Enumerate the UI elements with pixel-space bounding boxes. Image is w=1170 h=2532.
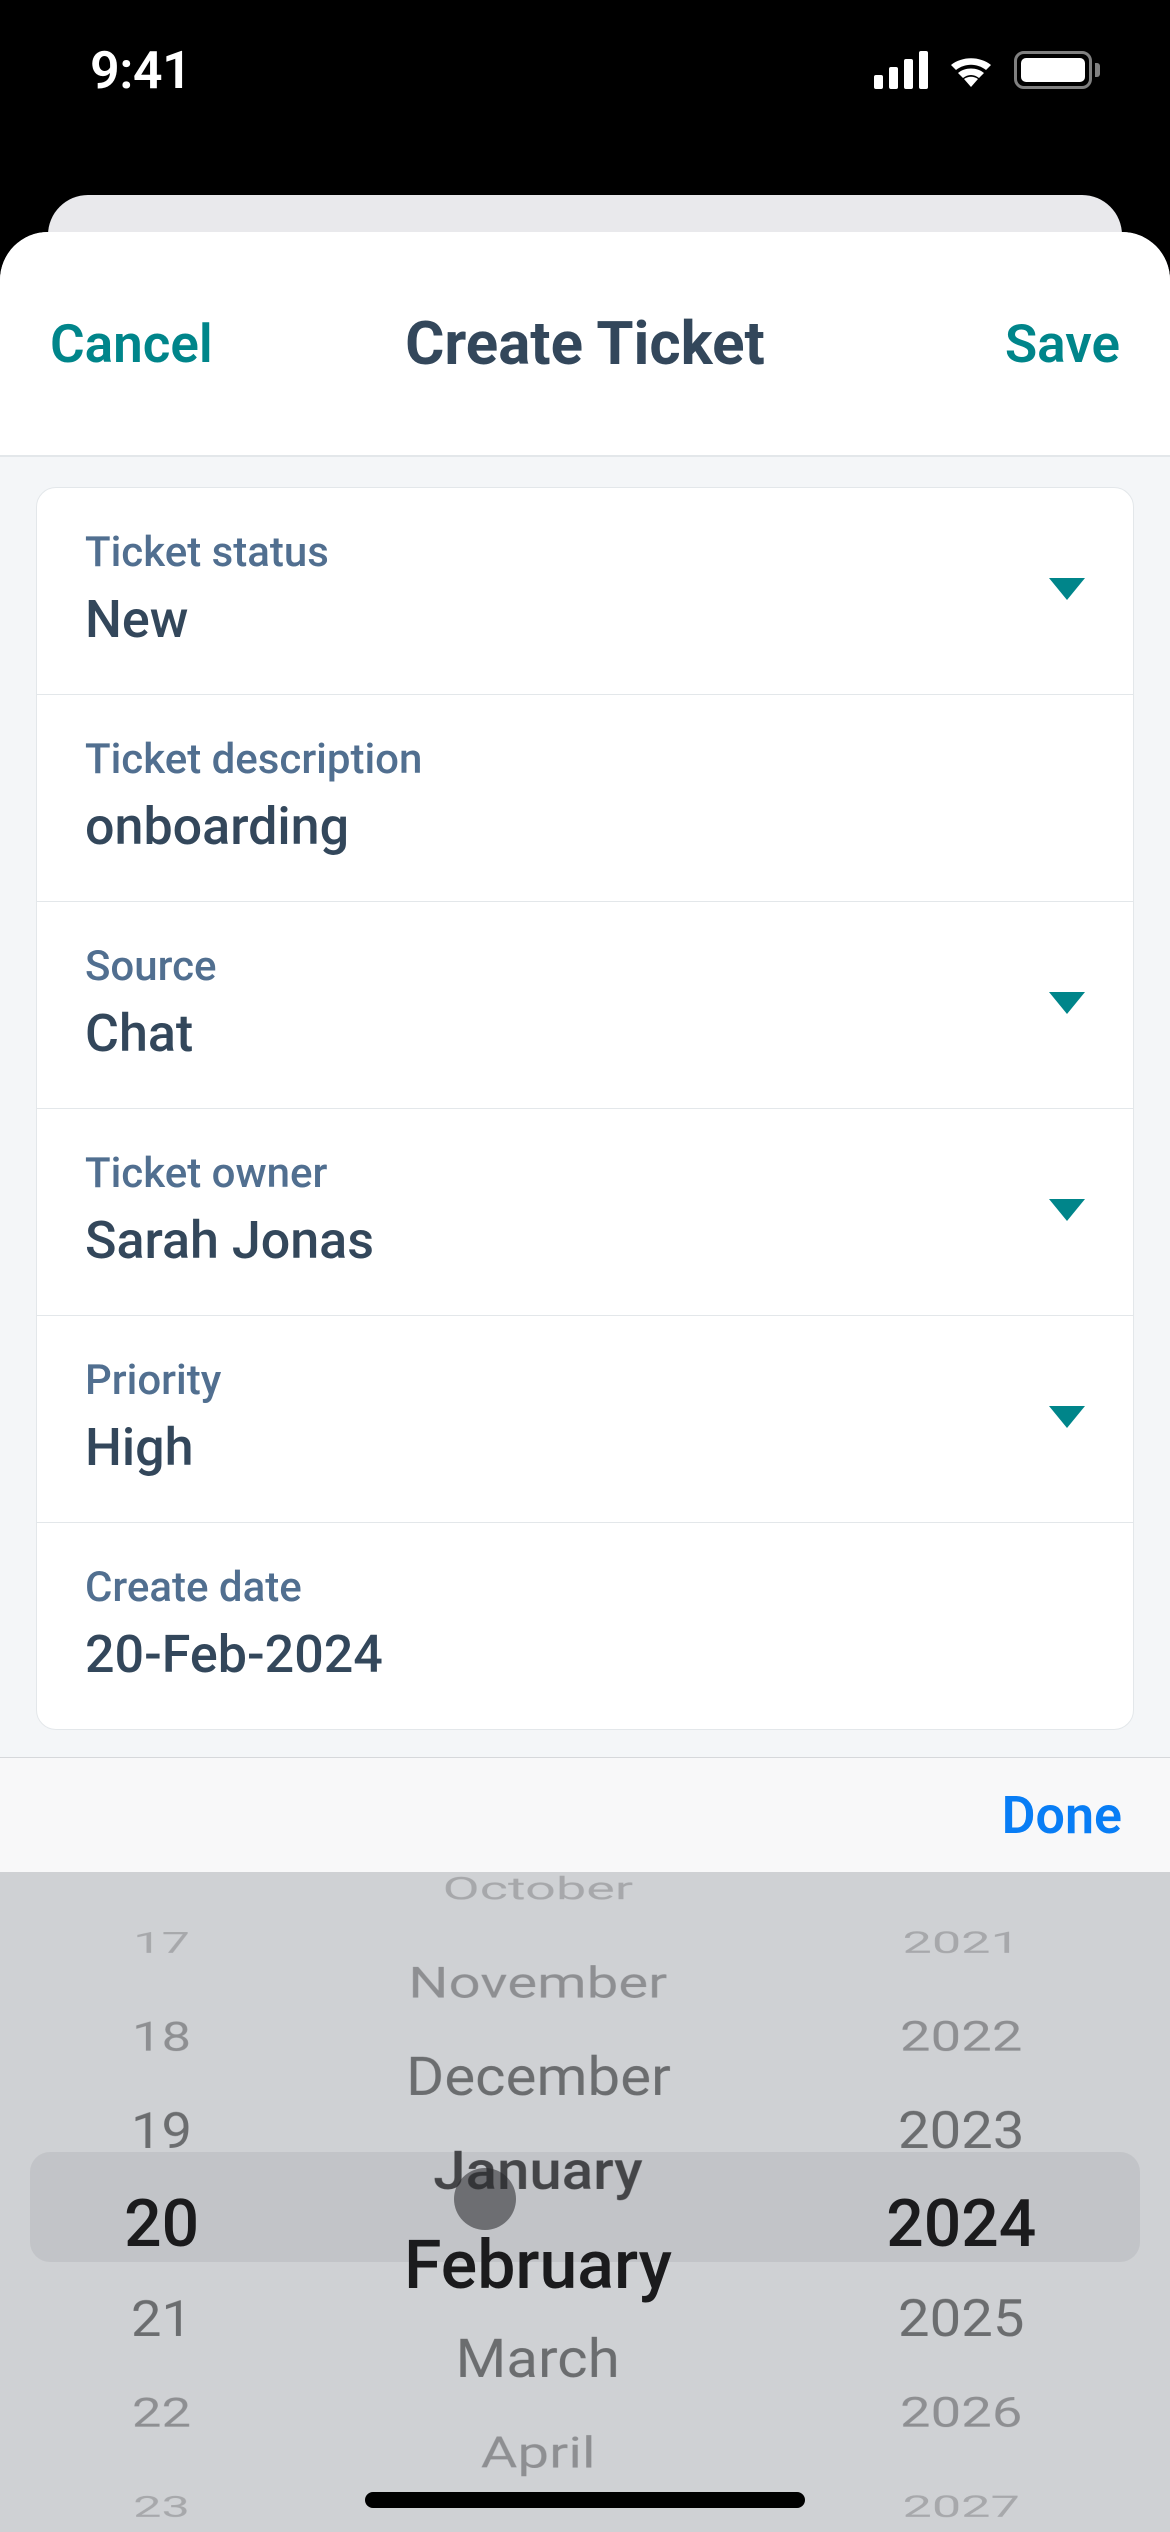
chevron-down-icon <box>1049 992 1085 1014</box>
battery-icon <box>1014 51 1100 89</box>
wheel-item: 2021 <box>903 1919 1020 1968</box>
nav-bar: Cancel Create Ticket Save <box>0 232 1170 457</box>
wheel-item: 2023 <box>898 2089 1024 2174</box>
picker-wheels: 16 17 18 19 20 21 22 23 24 October Nove <box>0 1872 1170 2532</box>
priority-field[interactable]: Priority High <box>37 1316 1133 1523</box>
wheel-item-selected: February <box>404 2218 672 2312</box>
picker-done-button[interactable]: Done <box>1002 1785 1122 1846</box>
wheel-item: April <box>480 2419 595 2487</box>
wheel-item-selected: 2024 <box>886 2178 1036 2272</box>
ticket-properties-card: Ticket status New Ticket description onb… <box>36 487 1134 1730</box>
wheel-item: 2026 <box>900 2379 1023 2447</box>
chevron-down-icon <box>1049 1406 1085 1428</box>
wheel-item: 2027 <box>903 2483 1020 2532</box>
modal-sheet: Cancel Create Ticket Save Ticket status … <box>0 232 1170 2532</box>
wheel-item: May <box>487 2523 589 2532</box>
wifi-icon <box>946 51 996 89</box>
device-frame: 9:41 Cancel Create Ticket S <box>0 0 1170 2532</box>
wheel-item-selected: 20 <box>124 2178 199 2272</box>
day-wheel[interactable]: 16 17 18 19 20 21 22 23 24 <box>30 1872 293 2532</box>
wheel-item: November <box>408 1949 667 2017</box>
source-label: Source <box>85 942 217 991</box>
ticket-status-field[interactable]: Ticket status New <box>37 488 1133 695</box>
wheel-item: January <box>433 2129 642 2214</box>
ticket-owner-value: Sarah Jonas <box>85 1210 374 1271</box>
ticket-description-label: Ticket description <box>85 735 422 784</box>
chevron-down-icon <box>1049 1199 1085 1221</box>
priority-label: Priority <box>85 1356 221 1405</box>
status-time: 9:41 <box>90 40 191 101</box>
wheel-item: March <box>456 2317 620 2402</box>
home-indicator[interactable] <box>365 2492 805 2508</box>
date-picker-panel: Done 16 17 18 19 20 21 22 23 24 <box>0 1757 1170 2532</box>
priority-value: High <box>85 1417 221 1478</box>
create-date-label: Create date <box>85 1563 383 1612</box>
ticket-owner-label: Ticket owner <box>85 1149 374 1198</box>
year-wheel[interactable]: 2020 2021 2022 2023 2024 2025 2026 2027 … <box>783 1872 1140 2532</box>
cancel-button[interactable]: Cancel <box>50 313 213 375</box>
ticket-description-field[interactable]: Ticket description onboarding <box>37 695 1133 902</box>
wheel-item: 17 <box>133 1919 190 1968</box>
wheel-item: 22 <box>132 2379 191 2447</box>
cellular-signal-icon <box>874 51 928 89</box>
picker-toolbar: Done <box>0 1757 1170 1872</box>
month-wheel[interactable]: October November December January Februa… <box>293 1872 782 2532</box>
create-date-field[interactable]: Create date 20-Feb-2024 <box>37 1523 1133 1729</box>
status-bar: 9:41 <box>0 0 1170 140</box>
wheel-item: 21 <box>131 2277 192 2362</box>
wheel-item: 19 <box>131 2089 192 2174</box>
wheel-item: 23 <box>133 2483 190 2532</box>
wheel-item: December <box>406 2035 671 2120</box>
ticket-owner-field[interactable]: Ticket owner Sarah Jonas <box>37 1109 1133 1316</box>
create-date-value: 20-Feb-2024 <box>85 1624 383 1685</box>
status-indicators <box>874 51 1100 89</box>
source-value: Chat <box>85 1003 217 1064</box>
wheel-item: October <box>443 1872 634 1913</box>
chevron-down-icon <box>1049 578 1085 600</box>
save-button[interactable]: Save <box>1005 313 1120 375</box>
wheel-item: 18 <box>132 2003 191 2071</box>
ticket-description-value: onboarding <box>85 796 422 857</box>
ticket-status-label: Ticket status <box>85 528 329 577</box>
wheel-item: 2022 <box>900 2003 1023 2071</box>
source-field[interactable]: Source Chat <box>37 902 1133 1109</box>
wheel-item: 2025 <box>898 2277 1024 2362</box>
ticket-status-value: New <box>85 589 329 650</box>
